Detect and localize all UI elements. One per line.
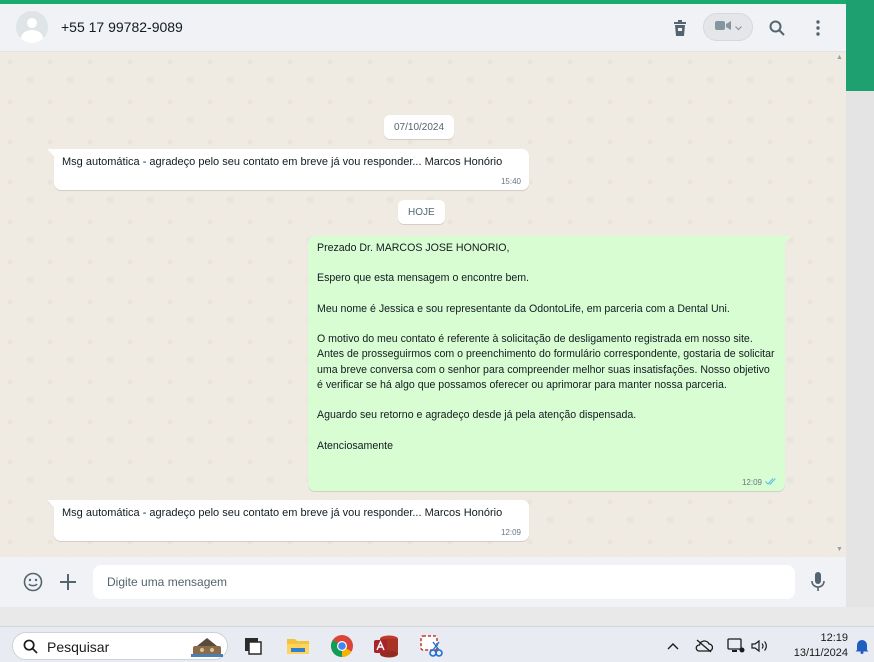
chevron-up-icon[interactable] (664, 637, 682, 655)
scroll-down-arrow[interactable]: ▼ (836, 546, 843, 553)
avatar-shoulders (21, 30, 43, 43)
message-line: Prezado Dr. MARCOS JOSE HONORIO, (317, 242, 510, 254)
delete-icon[interactable] (668, 16, 692, 40)
message-meta: 12:09 (501, 528, 521, 537)
more-options-icon[interactable] (806, 16, 830, 40)
message-time: 12:09 (741, 478, 762, 487)
task-view-icon[interactable] (240, 633, 266, 659)
attach-plus-icon[interactable] (56, 570, 80, 594)
search-highlight-icon (189, 634, 225, 662)
clock[interactable]: 12:19 13/11/2024 (770, 631, 848, 661)
clock-time: 12:19 (820, 632, 848, 644)
incoming-message[interactable]: Msg automática - agradeço pelo seu conta… (47, 500, 529, 541)
taskbar-search-label: Pesquisar (47, 639, 110, 655)
avatar[interactable] (16, 11, 48, 43)
message-body: Prezado Dr. MARCOS JOSE HONORIO, Espero … (317, 241, 777, 454)
chat-window: +55 17 99782-9089 ▲ 07/10/2024 Msg autom… (0, 4, 846, 607)
message-line: Atenciosamente (317, 439, 393, 452)
date-chip-today: HOJE (398, 200, 445, 224)
video-call-icon (714, 18, 731, 36)
message-time: 12:09 (500, 528, 521, 537)
volume-icon[interactable] (751, 637, 769, 655)
network-icon[interactable] (727, 637, 745, 655)
message-meta: 12:09 (742, 478, 777, 487)
background-app-edge (846, 0, 874, 91)
message-line: Antes de prosseguirmos com o preenchimen… (317, 348, 775, 391)
chat-header: +55 17 99782-9089 (0, 4, 846, 52)
message-text: Msg automática - agradeço pelo seu conta… (62, 507, 503, 519)
avatar-head (27, 18, 37, 28)
taskbar-search[interactable]: Pesquisar (12, 632, 228, 660)
message-meta: 15:40 (501, 177, 521, 186)
message-input[interactable] (93, 565, 795, 599)
cloud-offline-icon[interactable] (695, 637, 713, 655)
taskbar: Pesquisar 12:19 13/11/2024 (0, 626, 874, 662)
message-composer (0, 557, 846, 607)
file-explorer-icon[interactable] (285, 633, 311, 659)
scroll-up-arrow[interactable]: ▲ (836, 54, 843, 61)
notification-bell-icon[interactable] (853, 637, 871, 655)
message-line: Aguardo seu retorno e agradeço desde já … (317, 409, 637, 422)
message-line: Meu nome é Jessica e sou representante d… (317, 302, 730, 315)
message-time: 15:40 (500, 177, 521, 186)
clock-date: 13/11/2024 (793, 647, 848, 659)
snipping-tool-icon[interactable] (418, 633, 444, 659)
message-list[interactable]: ▲ 07/10/2024 Msg automática - agradeço p… (0, 52, 846, 557)
date-chip: 07/10/2024 (384, 115, 455, 139)
search-icon (23, 639, 38, 659)
double-check-icon (765, 478, 777, 487)
message-line: O motivo do meu contato é referente à so… (317, 333, 753, 346)
chevron-down-icon (734, 18, 742, 36)
emoji-icon[interactable] (21, 570, 45, 594)
chrome-icon[interactable] (329, 633, 355, 659)
background-window-edge (846, 91, 874, 607)
message-line: Espero que esta mensagem o encontre bem. (317, 272, 529, 285)
access-icon[interactable] (373, 633, 399, 659)
outgoing-message[interactable]: Prezado Dr. MARCOS JOSE HONORIO, Espero … (308, 236, 792, 491)
search-icon[interactable] (765, 16, 789, 40)
microphone-icon[interactable] (806, 570, 830, 594)
message-text: Msg automática - agradeço pelo seu conta… (62, 156, 503, 168)
incoming-message[interactable]: Msg automática - agradeço pelo seu conta… (47, 149, 529, 190)
video-call-button[interactable] (703, 13, 753, 41)
contact-name[interactable]: +55 17 99782-9089 (61, 19, 183, 35)
